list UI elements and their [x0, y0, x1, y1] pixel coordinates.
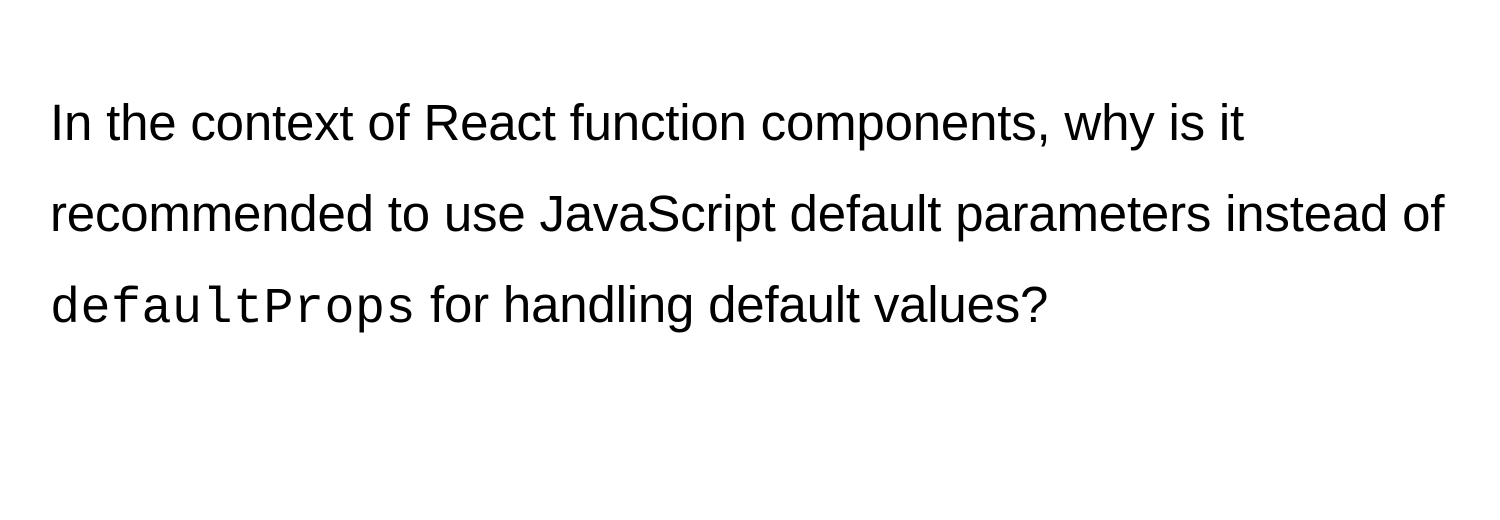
- question-text-before-code: In the context of React function compone…: [50, 94, 1444, 242]
- question-text-after-code: for handling default values?: [416, 276, 1048, 333]
- inline-code-default-props: defaultProps: [50, 281, 416, 338]
- question-paragraph: In the context of React function compone…: [50, 78, 1450, 354]
